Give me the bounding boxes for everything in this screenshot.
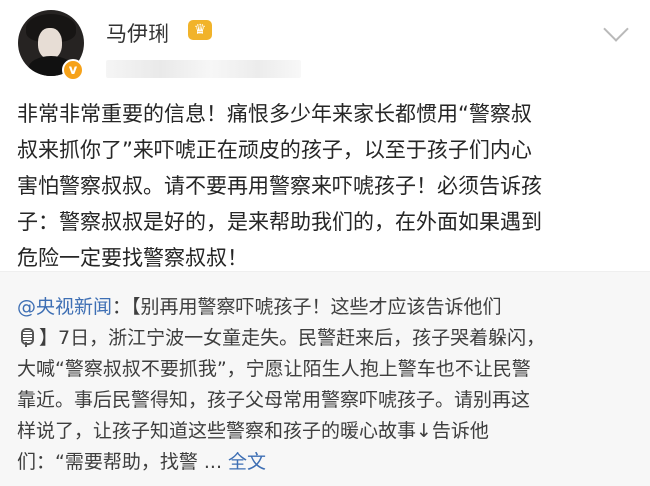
- repost-body: 】7日，浙江宁波一女童走失。民警赶来后，孩子哭着躲闪， 大喊“警察叔叔不要抓我”…: [17, 327, 546, 473]
- chevron-down-icon[interactable]: [603, 16, 629, 42]
- repost-title-line: ：【别再用警察吓唬孩子！这些才应该告诉他们: [112, 296, 502, 318]
- repost-text: @央视新闻：【别再用警察吓唬孩子！这些才应该告诉他们 】7日，浙江宁波一女童走失…: [17, 292, 637, 478]
- avatar-face: [38, 28, 62, 59]
- repost-card[interactable]: @央视新闻：【别再用警察吓唬孩子！这些才应该告诉他们 】7日，浙江宁波一女童走失…: [0, 271, 650, 486]
- author-name[interactable]: 马伊琍: [106, 18, 169, 48]
- microphone-icon: [17, 327, 35, 347]
- full-text-link[interactable]: 全文: [228, 451, 266, 473]
- vip-crown-icon: ♛: [188, 20, 212, 40]
- post-meta-redacted: [106, 60, 301, 78]
- source-link[interactable]: @央视新闻: [17, 296, 112, 318]
- post-header: v 马伊琍 ♛: [0, 0, 650, 92]
- verified-badge-icon: v: [62, 59, 84, 81]
- post-text: 非常非常重要的信息！痛恨多少年来家长都惯用“警察叔 叔来抓你了”来吓唬正在顽皮的…: [17, 102, 542, 270]
